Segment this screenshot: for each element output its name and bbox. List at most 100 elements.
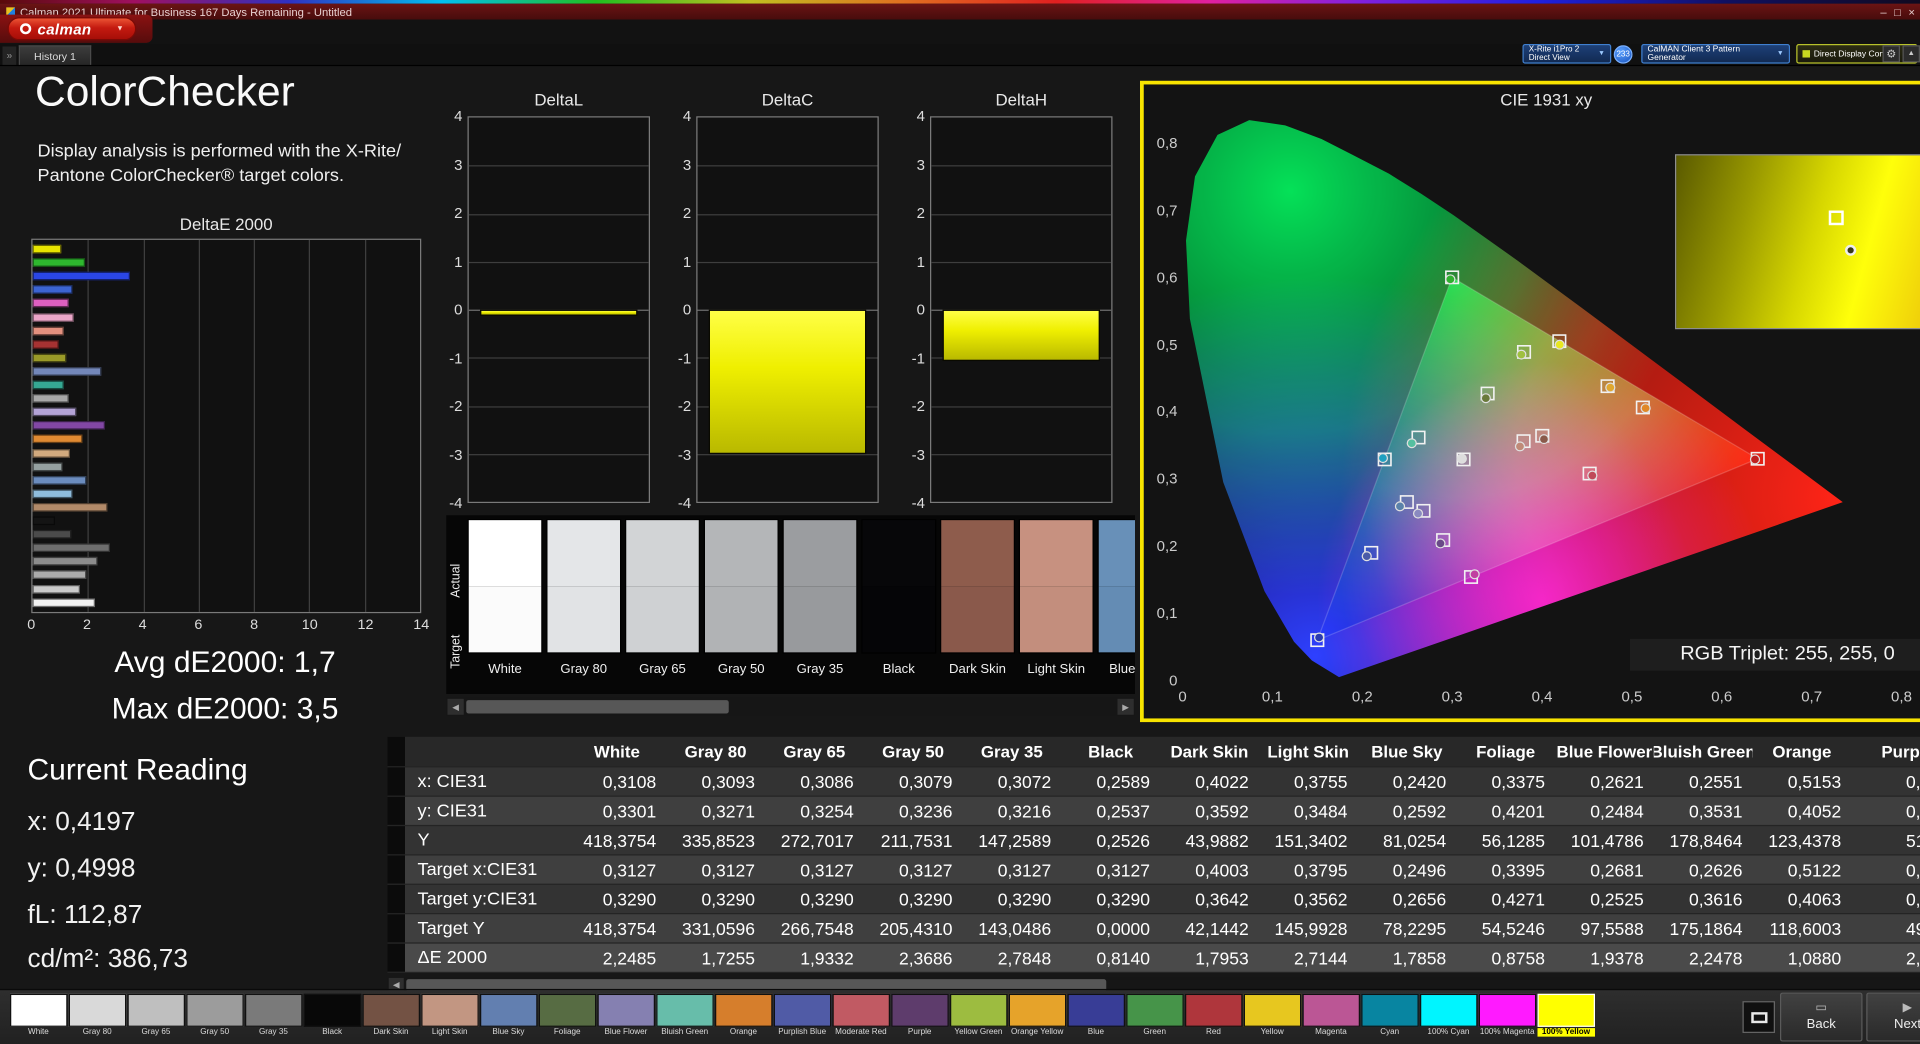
table-cell: 335,8523: [681, 830, 755, 850]
palette-item[interactable]: Orange: [715, 993, 772, 1037]
palette-swatch[interactable]: [1537, 993, 1595, 1027]
palette-swatch[interactable]: [10, 993, 67, 1027]
palette-item[interactable]: 100% Cyan: [1420, 993, 1477, 1037]
scrollbar-thumb[interactable]: [466, 700, 729, 714]
pattern-window-button[interactable]: [1742, 1001, 1775, 1033]
palette-swatch[interactable]: [1302, 993, 1360, 1027]
table-header-row: White Gray 80 Gray 65 Gray 50 Gray 35 Black Da…: [387, 736, 1920, 768]
palette-swatch[interactable]: [832, 993, 890, 1027]
palette-swatch[interactable]: [1008, 993, 1066, 1027]
palette-swatch[interactable]: [950, 993, 1007, 1027]
palette-swatch[interactable]: [597, 993, 655, 1027]
palette-swatch[interactable]: [891, 993, 949, 1027]
swatch-target: [626, 586, 699, 653]
table-cell: 0,3108: [602, 771, 657, 792]
palette-item[interactable]: Purple: [891, 993, 949, 1037]
cie-measured-marker: [1313, 632, 1325, 643]
palette-item[interactable]: Gray 35: [245, 993, 302, 1037]
palette-item[interactable]: Blue Flower: [597, 993, 655, 1037]
max-de2000-stat: Max dE2000: 3,5: [111, 692, 339, 726]
row-label-cell: x: CIE31: [417, 771, 488, 792]
palette-swatch[interactable]: [68, 993, 126, 1027]
cie-measured-marker: [1377, 453, 1389, 464]
gridline: [931, 213, 1112, 215]
palette-swatch[interactable]: [421, 993, 479, 1027]
palette-swatch[interactable]: [186, 993, 244, 1027]
calman-menu-button[interactable]: calman ▼: [7, 17, 137, 41]
tab-nav-icon[interactable]: »: [2, 46, 17, 65]
maximize-button[interactable]: □: [1894, 6, 1901, 18]
palette-item[interactable]: Gray 80: [68, 993, 126, 1037]
palette-item[interactable]: Yellow Green: [950, 993, 1007, 1037]
palette-item[interactable]: Yellow: [1243, 993, 1301, 1037]
palette-swatch[interactable]: [1067, 993, 1125, 1027]
table-cell: 51,1: [1905, 830, 1920, 850]
palette-swatch[interactable]: [715, 993, 772, 1027]
palette-swatch[interactable]: [127, 993, 185, 1027]
palette-item[interactable]: Cyan: [1361, 993, 1419, 1037]
palette-swatch-label: Yellow Green: [954, 1028, 1003, 1037]
pattern-palette: White Gray 80 Gray 65 Gray 50 Gray 35 Black Da…: [10, 993, 1595, 1037]
table-cell: 54,5246: [1481, 918, 1545, 939]
minimize-button[interactable]: –: [1880, 6, 1886, 18]
palette-swatch-label: 100% Yellow: [1537, 1028, 1595, 1037]
palette-swatch-label: Orange Yellow: [1010, 1028, 1064, 1037]
palette-item[interactable]: 100% Yellow: [1537, 993, 1595, 1037]
axis-tick-label: 0: [454, 301, 463, 319]
palette-item[interactable]: Bluish Green: [656, 993, 714, 1037]
palette-swatch[interactable]: [480, 993, 537, 1027]
gridline: [468, 261, 649, 263]
palette-swatch[interactable]: [1243, 993, 1301, 1027]
reading-cdm2: cd/m²: 386,73: [27, 944, 189, 974]
palette-item[interactable]: Foliage: [538, 993, 596, 1037]
source-selector[interactable]: CalMAN Client 3 Pattern Generator ▼: [1641, 44, 1790, 64]
next-button[interactable]: ▶ Next: [1866, 992, 1920, 1042]
swatch-strip-scrollbar[interactable]: ◀ ▶: [446, 697, 1135, 716]
gridline: [468, 453, 649, 455]
palette-swatch[interactable]: [1420, 993, 1477, 1027]
axis-tick-label: 2: [682, 204, 692, 222]
palette-item[interactable]: Blue Sky: [480, 993, 537, 1037]
palette-item[interactable]: Moderate Red: [832, 993, 890, 1037]
table-cell: 0,20: [1905, 771, 1920, 792]
close-button[interactable]: ×: [1908, 6, 1915, 18]
palette-swatch[interactable]: [362, 993, 420, 1027]
palette-item[interactable]: Gray 50: [186, 993, 244, 1037]
palette-item[interactable]: Dark Skin: [362, 993, 420, 1037]
row-label-cell: Target Y: [417, 918, 485, 939]
palette-swatch[interactable]: [303, 993, 361, 1027]
palette-swatch[interactable]: [1126, 993, 1184, 1027]
row-lead-cell: [387, 943, 405, 972]
palette-item[interactable]: Green: [1126, 993, 1184, 1037]
collapse-toolbar-icon[interactable]: ▲: [1902, 45, 1920, 63]
palette-item[interactable]: Purplish Blue: [773, 993, 831, 1037]
palette-swatch[interactable]: [1361, 993, 1419, 1027]
meter-selector[interactable]: X-Rite i1Pro 2 Direct View ▼: [1522, 44, 1612, 64]
gear-icon[interactable]: ⚙: [1882, 45, 1900, 63]
tab-history-1[interactable]: History 1: [18, 45, 92, 65]
palette-item[interactable]: White: [10, 993, 67, 1037]
palette-item[interactable]: Magenta: [1302, 993, 1360, 1037]
palette-swatch[interactable]: [656, 993, 714, 1027]
table-cell: 0,4063: [1787, 889, 1842, 909]
palette-swatch[interactable]: [773, 993, 831, 1027]
palette-item[interactable]: Gray 65: [127, 993, 185, 1037]
table-cell: 0,3072: [997, 771, 1052, 792]
palette-item[interactable]: Orange Yellow: [1008, 993, 1066, 1037]
back-button[interactable]: ▭ Back: [1780, 992, 1863, 1042]
palette-swatch[interactable]: [538, 993, 596, 1027]
table-row: x: CIE31 0,3108 0,3093 0,3086 0,3079 0,3072 0,…: [387, 767, 1920, 797]
palette-item[interactable]: Light Skin: [421, 993, 479, 1037]
scroll-right-icon[interactable]: ▶: [1117, 698, 1134, 715]
axis-tick-label: 4: [682, 107, 692, 125]
palette-item[interactable]: Black: [303, 993, 361, 1037]
table-cell: 0,3290: [997, 889, 1052, 909]
palette-swatch[interactable]: [1478, 993, 1536, 1027]
scroll-left-icon[interactable]: ◀: [447, 698, 464, 715]
table-cell: 175,1864: [1669, 918, 1743, 939]
palette-item[interactable]: Red: [1185, 993, 1242, 1037]
palette-swatch[interactable]: [245, 993, 302, 1027]
palette-swatch[interactable]: [1185, 993, 1242, 1027]
palette-item[interactable]: 100% Magenta: [1478, 993, 1536, 1037]
palette-item[interactable]: Blue: [1067, 993, 1125, 1037]
